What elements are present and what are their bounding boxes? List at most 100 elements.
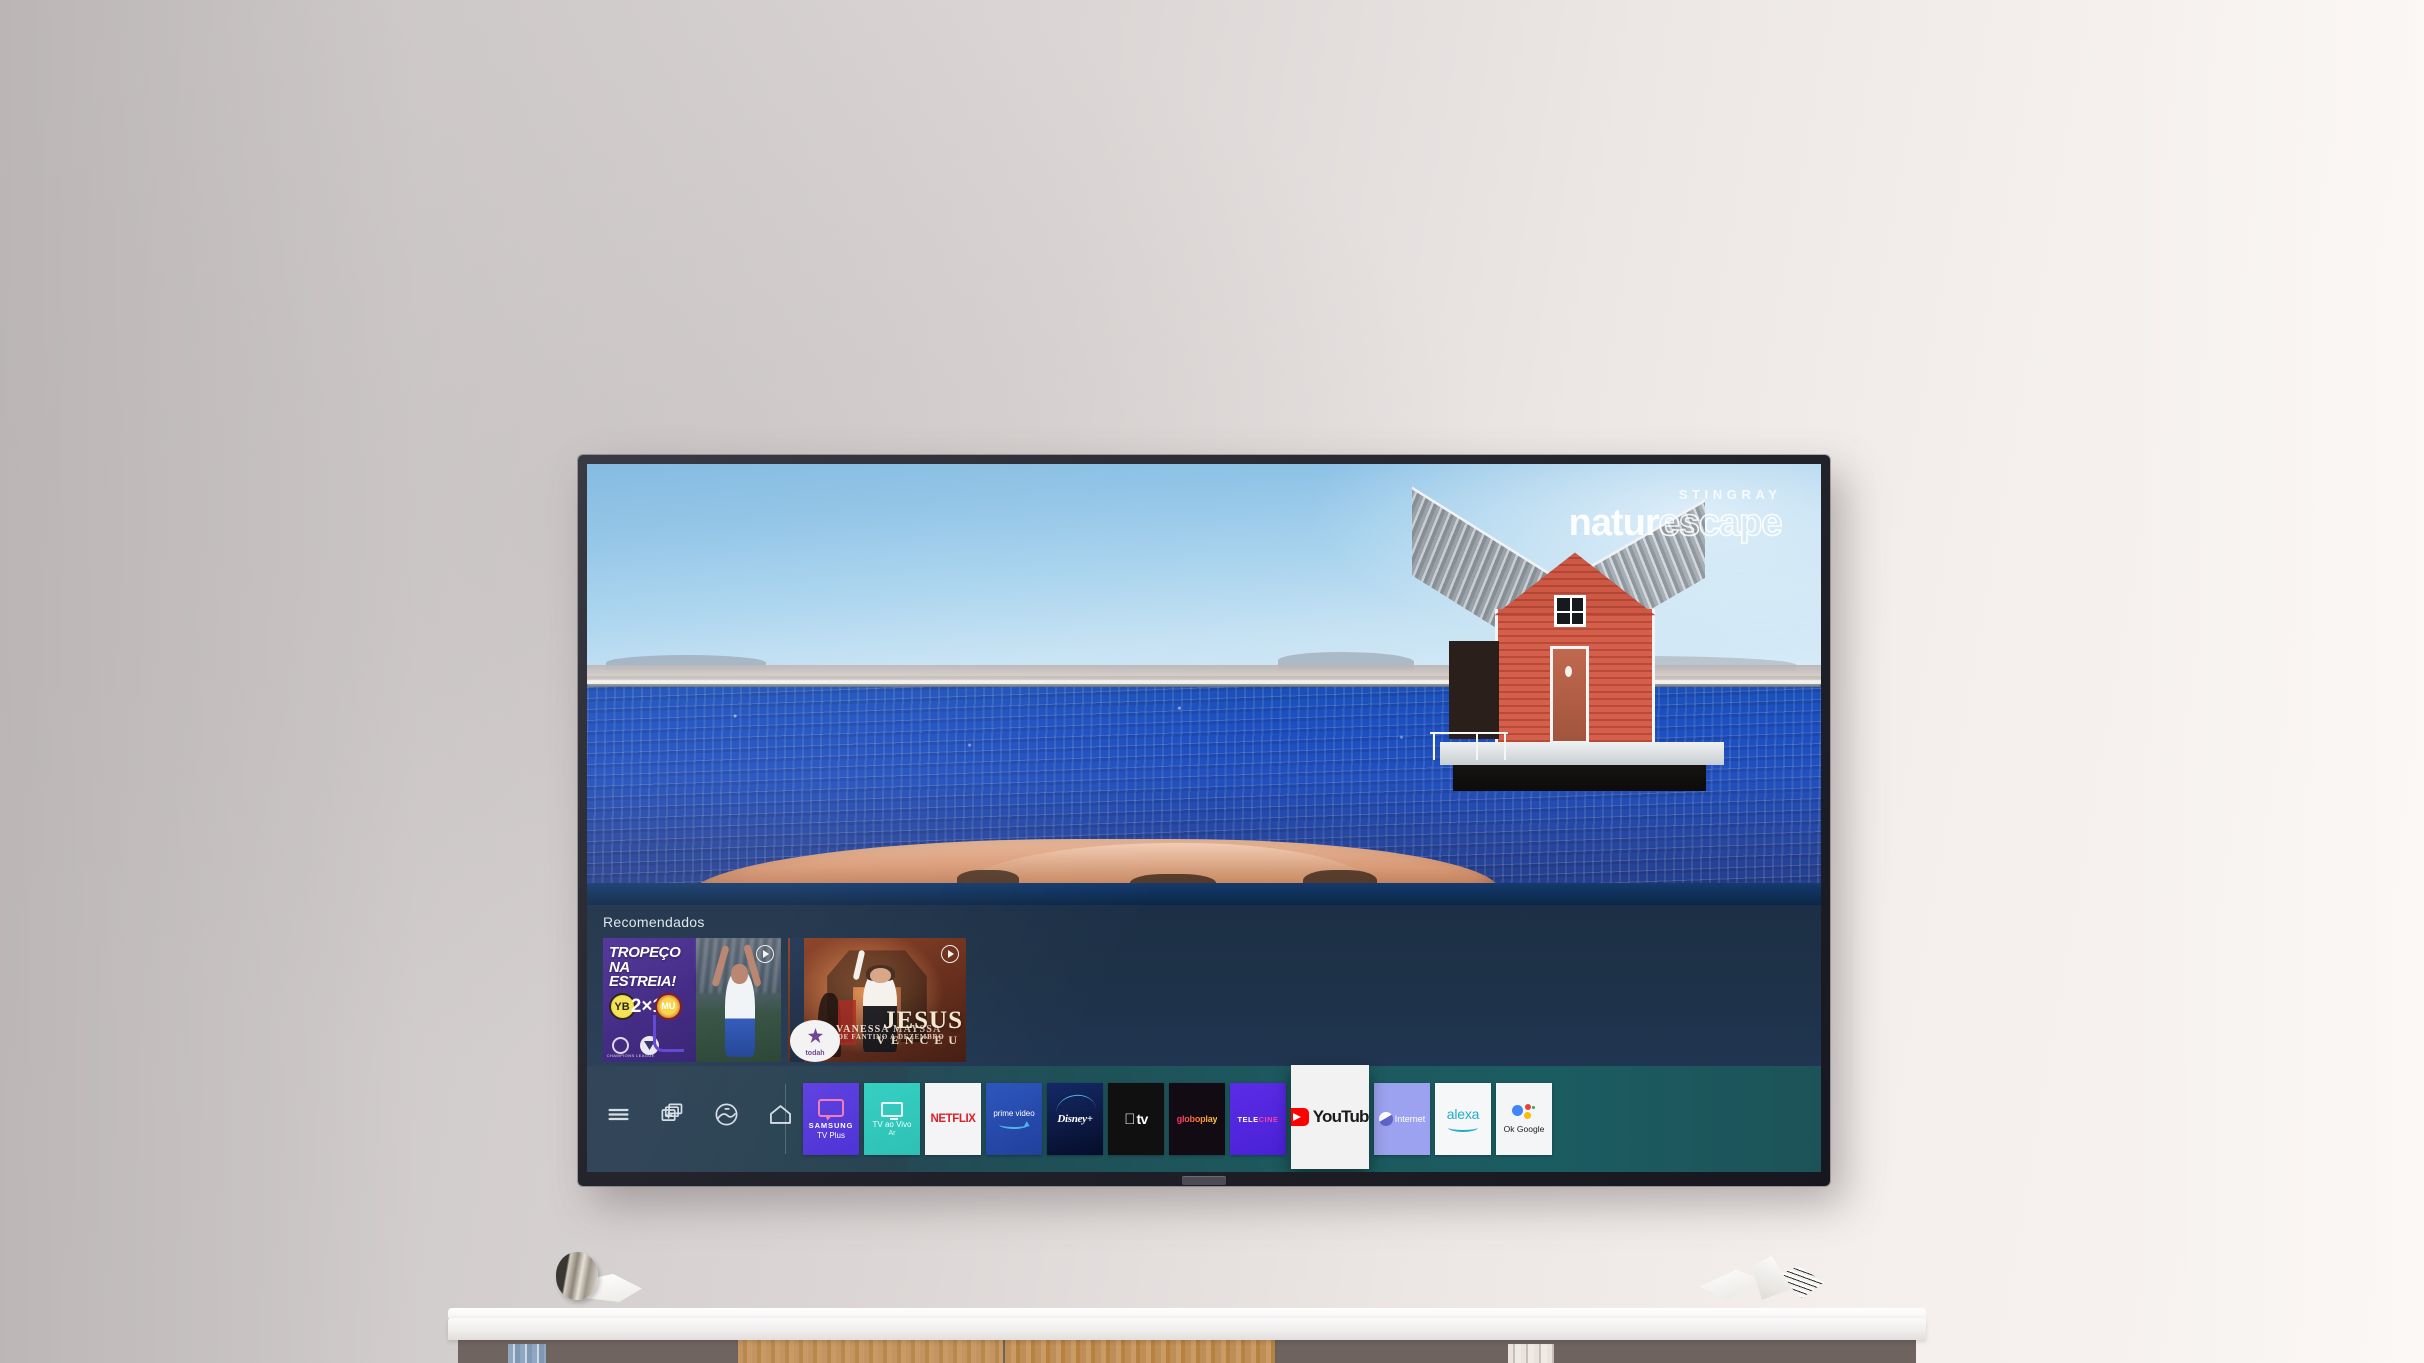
- football-card-left-panel: TROPEÇO NA ESTREIA! YB 2×1 MU CHAMPIONS …: [603, 938, 696, 1062]
- menu-icon[interactable]: [605, 1101, 632, 1128]
- dock-deck: [1439, 741, 1725, 766]
- console-top-surface: [448, 1318, 1926, 1340]
- gospel-title-main: JESUS: [882, 1006, 963, 1034]
- app-label-tv-ao-vivo-sub: Ar: [888, 1129, 896, 1137]
- rolled-magazine: [556, 1252, 642, 1302]
- assistant-dot-green: [1532, 1106, 1535, 1109]
- apple-logo-icon: : [1124, 1112, 1135, 1127]
- television: STINGRAY naturescape Recomendados TROPEÇ…: [578, 455, 1830, 1186]
- open-book: [1700, 1252, 1824, 1300]
- app-tile-apple-tv[interactable]:  tv: [1108, 1083, 1164, 1155]
- app-tiles-row: SAMSUNG TV Plus TV ao Vivo Ar NETFLIX pr…: [803, 1065, 1552, 1169]
- card-accent-hook: [652, 1014, 685, 1053]
- telecine-tele: TELE: [1237, 1114, 1259, 1124]
- stingray-naturescape-logo: STINGRAY naturescape: [1568, 486, 1784, 544]
- app-tile-prime-video[interactable]: prime video: [986, 1083, 1042, 1155]
- disney-plus-wordmark: Disney+: [1057, 1113, 1093, 1125]
- background-video[interactable]: STINGRAY naturescape: [587, 464, 1821, 905]
- books-left: [508, 1344, 546, 1363]
- player-head: [731, 964, 748, 984]
- app-bar-divider: [785, 1084, 786, 1154]
- app-label-samsung-sub: TV Plus: [816, 1130, 845, 1140]
- internet-label: Internet: [1394, 1114, 1426, 1124]
- todah-mark-icon: [808, 1028, 823, 1043]
- stingray-wordmark: STINGRAY: [1678, 486, 1782, 502]
- recommended-title: Recomendados: [603, 914, 705, 930]
- app-tile-ok-google[interactable]: Ok Google: [1496, 1083, 1552, 1155]
- globoplay-wordmark: globoplay: [1176, 1114, 1218, 1124]
- todah-label: todah: [805, 1050, 825, 1057]
- naturescape-wordmark: naturescape: [1568, 501, 1784, 544]
- internet-lockup: Internet: [1378, 1112, 1426, 1126]
- tv-logo-nub: [1182, 1176, 1226, 1185]
- app-tile-alexa[interactable]: alexa: [1435, 1083, 1491, 1155]
- deck-rail-post: [1432, 732, 1435, 761]
- house-door: [1549, 645, 1589, 745]
- deck-rail-post: [1503, 732, 1506, 761]
- samsung-tv-plus-icon: [818, 1098, 844, 1117]
- app-tile-tv-ao-vivo[interactable]: TV ao Vivo Ar: [864, 1083, 920, 1155]
- recommended-card-football[interactable]: TROPEÇO NA ESTREIA! YB 2×1 MU CHAMPIONS …: [603, 938, 781, 1062]
- app-tile-samsung-tv-plus[interactable]: SAMSUNG TV Plus: [803, 1083, 859, 1155]
- netflix-wordmark: NETFLIX: [930, 1113, 976, 1125]
- ok-google-label: Ok Google: [1503, 1124, 1545, 1134]
- app-tile-disney-plus[interactable]: Disney+: [1047, 1083, 1103, 1155]
- naturescape-outline: escape: [1658, 501, 1783, 544]
- console-door-left: [738, 1340, 1003, 1363]
- gospel-title-block: JESUS VENCEU: [876, 1006, 963, 1049]
- assistant-dot-blue: [1512, 1105, 1523, 1116]
- app-tile-telecine[interactable]: TELECINE: [1230, 1083, 1286, 1155]
- app-tile-netflix[interactable]: NETFLIX: [925, 1083, 981, 1155]
- crest-away-label: MU: [661, 1000, 676, 1011]
- prime-smile-icon: [999, 1120, 1029, 1129]
- house-side-opening: [1448, 641, 1500, 740]
- console-shelf-left: [458, 1340, 736, 1363]
- google-assistant-icon: [1511, 1104, 1537, 1121]
- ambient-icon[interactable]: [713, 1101, 740, 1128]
- app-tile-internet[interactable]: Internet: [1374, 1083, 1430, 1155]
- champions-league-icon: [612, 1037, 630, 1055]
- home-icon[interactable]: [767, 1101, 794, 1128]
- play-icon[interactable]: [756, 945, 774, 963]
- naturescape-solid: natur: [1568, 501, 1660, 544]
- recommended-strip: Recomendados TROPEÇO NA ESTREIA! YB 2×1 …: [587, 905, 1821, 1066]
- books-right: [1508, 1344, 1554, 1363]
- youtube-wordmark: YouTube: [1312, 1107, 1369, 1126]
- youtube-lockup: YouTube: [1291, 1107, 1369, 1127]
- globe-icon: [1378, 1112, 1393, 1126]
- console-shelf-right: [1278, 1340, 1916, 1363]
- app-tile-youtube[interactable]: YouTube: [1291, 1065, 1369, 1169]
- deck-rail-post: [1476, 732, 1479, 761]
- house-window: [1554, 594, 1587, 628]
- assistant-dot-yellow: [1524, 1112, 1531, 1119]
- alexa-wordmark: alexa: [1446, 1106, 1480, 1122]
- recommended-card-gospel[interactable]: VANESSA MAYSSA DE FANTINO A DEZEMBRO JES…: [788, 938, 966, 1062]
- todah-badge: todah: [790, 1020, 840, 1062]
- telecine-cine: CINE: [1258, 1114, 1279, 1124]
- red-boathouse: [1411, 485, 1725, 791]
- deck-rail-top: [1430, 732, 1509, 735]
- youtube-play-icon: [1291, 1108, 1309, 1126]
- system-icon-group: [605, 1101, 794, 1128]
- console-door-right: [1005, 1340, 1275, 1363]
- book-page-left: [1700, 1269, 1762, 1300]
- prime-video-wordmark: prime video: [993, 1109, 1035, 1118]
- apple-tv-lockup:  tv: [1124, 1111, 1148, 1127]
- telecine-wordmark: TELECINE: [1237, 1115, 1278, 1124]
- media-console: [448, 1300, 1926, 1363]
- window-mullion-h: [1557, 610, 1584, 613]
- magazine-roll: [556, 1252, 598, 1300]
- app-tile-globoplay[interactable]: globoplay: [1169, 1083, 1225, 1155]
- add-app-icon[interactable]: [659, 1101, 686, 1128]
- gospel-title-sub: VENCEU: [876, 1033, 963, 1048]
- app-launcher-bar: SAMSUNG TV Plus TV ao Vivo Ar NETFLIX pr…: [587, 1065, 1821, 1172]
- football-headline: TROPEÇO NA ESTREIA!: [609, 944, 681, 991]
- alexa-smile-icon: [1448, 1123, 1478, 1132]
- app-label-tv-ao-vivo: TV ao Vivo: [872, 1119, 912, 1129]
- apple-tv-wordmark: tv: [1130, 1111, 1149, 1127]
- singer-head: [869, 967, 892, 983]
- door-knob: [1565, 665, 1573, 678]
- tv-screen: STINGRAY naturescape Recomendados TROPEÇ…: [587, 464, 1821, 1172]
- disney-arc-icon: [1053, 1091, 1097, 1115]
- play-icon[interactable]: [941, 945, 959, 963]
